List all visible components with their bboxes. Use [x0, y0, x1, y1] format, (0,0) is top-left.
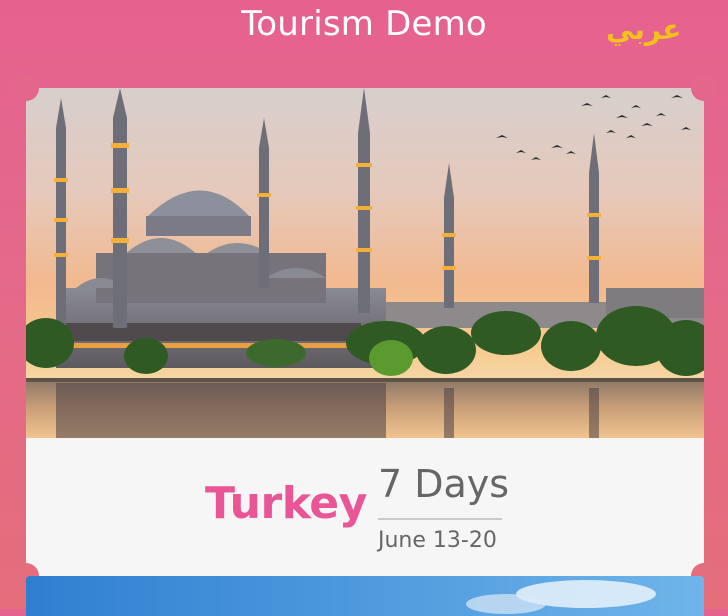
next-trip-photo [26, 576, 704, 616]
trip-duration: 7 Days [378, 462, 510, 506]
trip-country: Turkey [205, 478, 367, 529]
language-toggle-button[interactable]: عربي [606, 10, 681, 50]
trip-dates: June 13-20 [378, 528, 497, 553]
divider [378, 518, 502, 520]
next-trip-card[interactable] [26, 576, 704, 616]
ticket-notch [13, 75, 39, 101]
ticket-notch [691, 75, 717, 101]
trip-photo [26, 88, 704, 438]
